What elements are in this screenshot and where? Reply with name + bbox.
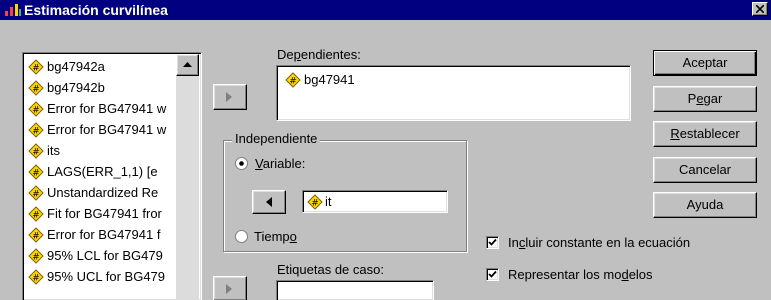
numeric-variable-icon: # xyxy=(28,101,44,117)
svg-text:#: # xyxy=(32,106,40,116)
restablecer-button[interactable]: Restablecer xyxy=(653,121,757,147)
svg-text:#: # xyxy=(32,169,40,179)
variable-name: 95% LCL for BG479 xyxy=(47,248,163,263)
numeric-variable-icon: # xyxy=(28,206,44,222)
dependent-variable-name: bg47941 xyxy=(304,72,355,87)
list-item[interactable]: # Error for BG47941 f xyxy=(28,224,178,245)
list-item[interactable]: # its xyxy=(28,140,178,161)
numeric-variable-icon: # xyxy=(285,72,301,88)
tiempo-option-label: Tiempo xyxy=(254,229,297,244)
variable-name: Error for BG47941 w xyxy=(47,101,167,116)
variable-name: Error for BG47941 w xyxy=(47,122,167,137)
svg-text:#: # xyxy=(32,274,40,284)
close-button[interactable] xyxy=(752,2,768,16)
plot-models-label[interactable]: Representar los modelos xyxy=(508,267,653,283)
svg-text:#: # xyxy=(311,199,319,209)
variable-name: bg47942b xyxy=(47,80,105,95)
include-constant-label[interactable]: Incluir constante en la ecuación xyxy=(508,235,690,251)
list-item[interactable]: # Fit for BG47941 fror xyxy=(28,203,178,224)
variable-option-label: Variable: xyxy=(255,156,306,171)
numeric-variable-icon: # xyxy=(28,122,44,138)
numeric-variable-icon: # xyxy=(28,269,44,285)
app-icon xyxy=(5,4,21,16)
numeric-variable-icon: # xyxy=(28,143,44,159)
variable-name: Unstandardized Re xyxy=(47,185,159,200)
svg-text:#: # xyxy=(32,211,40,221)
right-arrow-icon xyxy=(226,92,232,102)
numeric-variable-icon: # xyxy=(307,194,323,210)
list-item[interactable]: # bg47942a xyxy=(28,56,178,77)
list-item[interactable]: #95% UCL for BG479 xyxy=(28,266,178,287)
dependientes-label: Dependientes: xyxy=(277,47,361,62)
list-item[interactable]: #95% LCL for BG479 xyxy=(28,245,178,266)
pegar-button[interactable]: Pegar xyxy=(653,86,757,112)
include-constant-checkbox[interactable] xyxy=(486,236,499,249)
radio-circle-icon xyxy=(235,230,248,243)
svg-text:#: # xyxy=(32,232,40,242)
variable-name: its xyxy=(47,143,60,158)
left-arrow-icon xyxy=(266,197,272,207)
dependientes-list[interactable]: # bg47941 xyxy=(276,65,631,121)
svg-text:#: # xyxy=(32,190,40,200)
variable-radio[interactable] xyxy=(235,157,248,170)
numeric-variable-icon: # xyxy=(28,227,44,243)
numeric-variable-icon: # xyxy=(28,248,44,264)
etiquetas-label: Etiquetas de caso: xyxy=(277,262,384,277)
svg-text:#: # xyxy=(32,85,40,95)
window-title: Estimación curvilínea xyxy=(24,2,168,18)
svg-text:#: # xyxy=(32,127,40,137)
numeric-variable-icon: # xyxy=(28,80,44,96)
list-item[interactable]: # Error for BG47941 w xyxy=(28,98,178,119)
numeric-variable-icon: # xyxy=(28,164,44,180)
independent-variable-name: it xyxy=(325,194,332,209)
tiempo-radio[interactable] xyxy=(235,230,248,243)
svg-text:#: # xyxy=(32,253,40,263)
variable-list-scrollbar[interactable] xyxy=(176,54,199,300)
ayuda-button[interactable]: Ayuda xyxy=(653,192,757,218)
radio-circle-icon xyxy=(235,157,248,170)
svg-text:#: # xyxy=(289,77,297,87)
numeric-variable-icon: # xyxy=(28,59,44,75)
checkmark-icon xyxy=(488,238,497,246)
svg-text:#: # xyxy=(32,148,40,158)
checkmark-icon xyxy=(488,270,497,278)
list-item[interactable]: # LAGS(ERR_1,1) [e xyxy=(28,161,178,182)
svg-text:#: # xyxy=(32,64,40,74)
plot-models-checkbox[interactable] xyxy=(486,268,499,281)
scroll-up-icon xyxy=(183,62,192,67)
list-item[interactable]: # bg47942b xyxy=(28,77,178,98)
move-to-dependientes-button[interactable] xyxy=(213,84,247,110)
right-arrow-icon xyxy=(226,284,232,294)
variable-name: bg47942a xyxy=(47,59,105,74)
scroll-up-button[interactable] xyxy=(176,54,199,76)
variable-list[interactable]: # bg47942a # bg47942b # Error for BG47941 w # E… xyxy=(22,52,202,300)
variable-name: Fit for BG47941 fror xyxy=(47,206,162,221)
etiquetas-field[interactable] xyxy=(276,280,434,300)
independiente-group-title: Independiente xyxy=(232,131,321,147)
move-to-etiquetas-button[interactable] xyxy=(213,276,247,300)
independent-variable-field[interactable]: # it xyxy=(302,190,448,213)
close-icon xyxy=(756,5,764,13)
list-item[interactable]: # Unstandardized Re xyxy=(28,182,178,203)
variable-name: 95% UCL for BG479 xyxy=(47,269,166,284)
variable-name: Error for BG47941 f xyxy=(47,227,161,242)
variable-name: LAGS(ERR_1,1) [e xyxy=(47,164,158,179)
numeric-variable-icon: # xyxy=(28,185,44,201)
list-item[interactable]: # Error for BG47941 w xyxy=(28,119,178,140)
aceptar-button[interactable]: Aceptar xyxy=(653,50,757,76)
move-to-independiente-button[interactable] xyxy=(252,190,286,214)
title-bar[interactable]: Estimación curvilínea xyxy=(0,0,771,20)
cancelar-button[interactable]: Cancelar xyxy=(653,157,757,183)
